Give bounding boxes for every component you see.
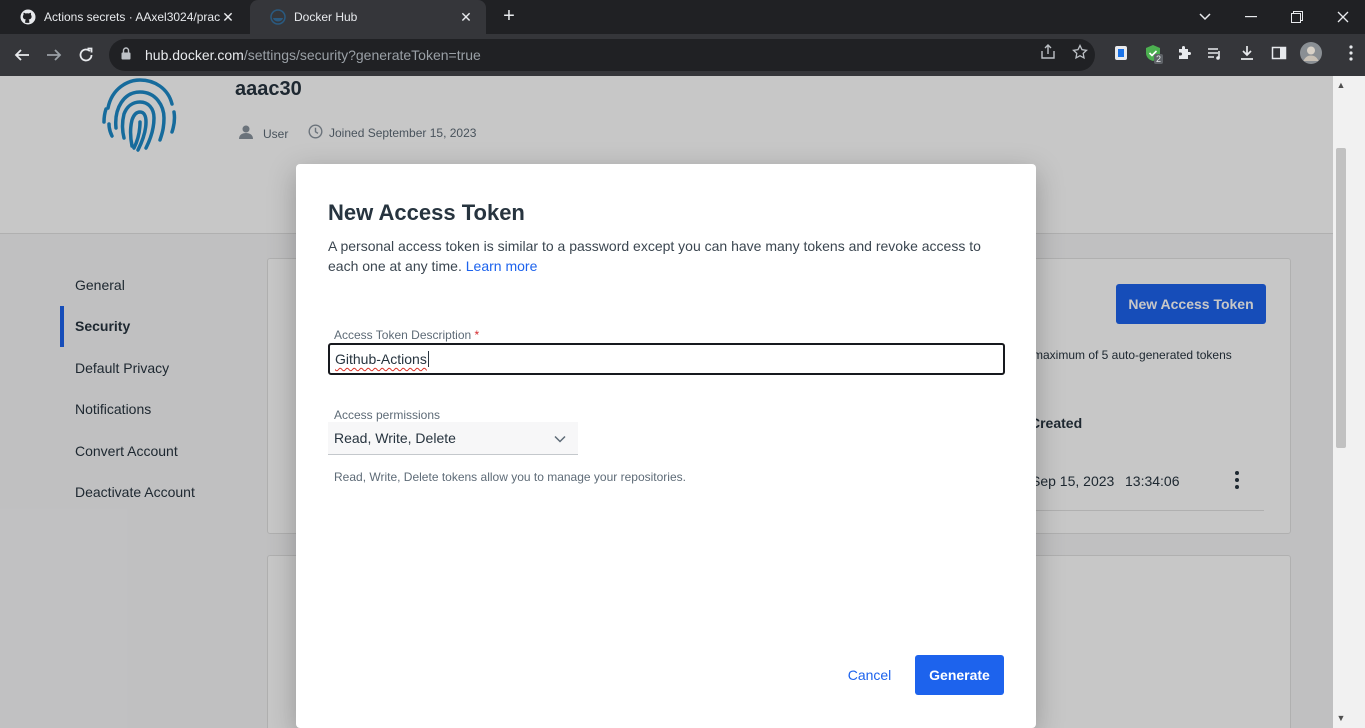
input-value: Github-Actions [335, 351, 427, 367]
close-tab-icon[interactable]: ✕ [220, 9, 236, 26]
share-icon[interactable] [1038, 42, 1058, 62]
side-panel-icon[interactable] [1268, 42, 1290, 64]
download-icon[interactable] [1236, 42, 1258, 64]
minimize-icon[interactable] [1228, 0, 1274, 34]
restore-icon[interactable] [1274, 0, 1320, 34]
text-caret [427, 351, 429, 367]
close-window-icon[interactable] [1320, 0, 1365, 34]
lock-icon [121, 47, 135, 63]
docker-icon [270, 9, 286, 25]
permissions-helper-text: Read, Write, Delete tokens allow you to … [334, 470, 686, 484]
learn-more-link[interactable]: Learn more [466, 258, 538, 274]
browser-toolbar: hub.docker.com/settings/security?generat… [0, 34, 1365, 76]
shield-extension-icon[interactable]: 2 [1142, 42, 1164, 64]
forward-icon[interactable] [41, 42, 67, 68]
browser-tab-bar: Actions secrets · AAxel3024/prac ✕ Docke… [0, 0, 1365, 34]
media-queue-icon[interactable] [1204, 42, 1226, 64]
dialog-description-text: A personal access token is similar to a … [328, 238, 981, 274]
scroll-down-arrow-icon[interactable]: ▼ [1336, 713, 1346, 723]
browser-menu-icon[interactable] [1340, 42, 1362, 64]
access-permissions-select[interactable]: Read, Write, Delete [328, 422, 578, 455]
tab-github-actions-secrets[interactable]: Actions secrets · AAxel3024/prac ✕ [0, 0, 248, 34]
description-label-text: Access Token Description [334, 328, 472, 342]
scroll-thumb[interactable] [1336, 148, 1346, 448]
cancel-button[interactable]: Cancel [836, 655, 903, 695]
generate-button[interactable]: Generate [915, 655, 1004, 695]
scroll-up-arrow-icon[interactable]: ▲ [1336, 80, 1346, 90]
chevron-down-icon [554, 432, 566, 444]
avatar[interactable] [1300, 42, 1322, 64]
close-tab-icon[interactable]: ✕ [458, 9, 474, 26]
dialog-description: A personal access token is similar to a … [328, 236, 1004, 276]
permissions-field-label: Access permissions [334, 408, 441, 422]
url-host: hub.docker.com [145, 47, 244, 63]
extension-icon[interactable] [1110, 42, 1132, 64]
new-tab-icon[interactable]: + [498, 6, 520, 28]
puzzle-icon[interactable] [1173, 42, 1195, 64]
url-path: /settings/security?generateToken=true [243, 47, 481, 63]
back-icon[interactable] [9, 42, 35, 68]
tab-title: Actions secrets · AAxel3024/prac [44, 10, 220, 24]
access-token-description-input[interactable]: Github-Actions [328, 343, 1005, 375]
selected-permission: Read, Write, Delete [334, 430, 456, 446]
bookmark-star-icon[interactable] [1070, 42, 1090, 62]
required-asterisk: * [474, 328, 480, 342]
dialog-title: New Access Token [328, 200, 525, 225]
reload-icon[interactable] [73, 42, 99, 68]
address-bar[interactable]: hub.docker.com/settings/security?generat… [109, 39, 1095, 71]
github-icon [20, 9, 36, 25]
tab-title: Docker Hub [294, 10, 358, 24]
extension-badge: 2 [1154, 54, 1164, 64]
new-access-token-dialog: New Access Token A personal access token… [296, 164, 1036, 728]
description-field-label: Access Token Description * [334, 328, 479, 342]
tab-search-chevron-icon[interactable] [1182, 0, 1228, 34]
tab-docker-hub[interactable]: Docker Hub ✕ [250, 0, 486, 34]
